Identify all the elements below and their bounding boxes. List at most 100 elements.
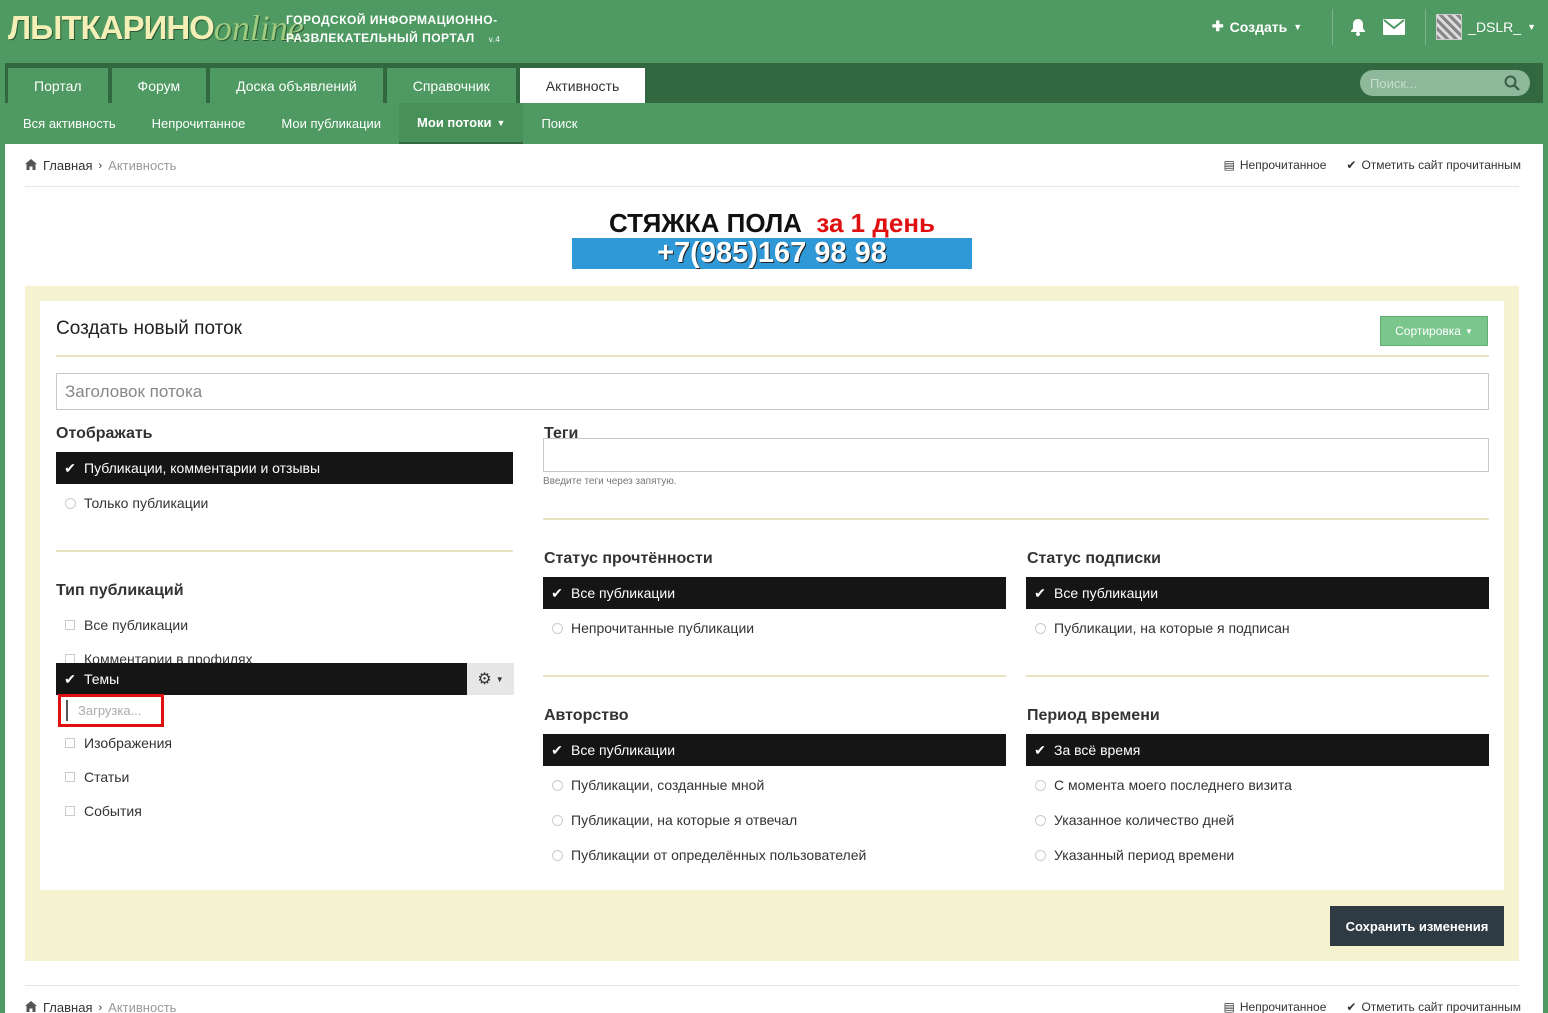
tagline-line1: ГОРОДСКОЙ ИНФОРМАЦИОННО-: [286, 13, 498, 27]
unread-link[interactable]: ▤ Непрочитанное: [1224, 1000, 1327, 1013]
follow-status-heading: Статус подписки: [1027, 550, 1161, 567]
site-tagline: ГОРОДСКОЙ ИНФОРМАЦИОННО- РАЗВЛЕКАТЕЛЬНЫЙ…: [286, 11, 500, 49]
date-range-all[interactable]: ✔ За всё время: [1026, 734, 1489, 766]
plus-icon: ✚: [1211, 18, 1224, 34]
chevron-right-icon: ›: [98, 1001, 103, 1013]
secondary-nav: Вся активность Непрочитанное Мои публика…: [5, 103, 1543, 144]
tab-directory[interactable]: Справочник: [386, 68, 516, 103]
display-option-all[interactable]: ✔ Публикации, комментарии и отзывы: [56, 452, 513, 484]
option-label: Публикации, на которые я подписан: [1054, 620, 1290, 636]
subnav-my-streams[interactable]: Мои потоки ▼: [399, 103, 524, 144]
save-button[interactable]: Сохранить изменения: [1330, 906, 1504, 946]
newspaper-icon: ▤: [1223, 158, 1235, 172]
content-type-images[interactable]: Изображения: [56, 727, 513, 759]
tab-portal[interactable]: Портал: [8, 68, 108, 103]
tab-forum[interactable]: Форум: [111, 68, 207, 103]
option-label: Все публикации: [571, 742, 676, 758]
messages-button[interactable]: [1379, 12, 1409, 42]
home-icon: [25, 1000, 37, 1013]
option-label: Указанный период времени: [1054, 847, 1235, 863]
footer-breadcrumb-actions: ▤ Непрочитанное ✔ Отметить сайт прочитанны…: [1224, 1000, 1521, 1013]
check-icon: ✔: [1034, 584, 1046, 601]
check-icon: ✔: [64, 459, 76, 476]
follow-status-followed[interactable]: Публикации, на которые я подписан: [1026, 612, 1489, 644]
radio-icon: [551, 779, 563, 791]
logo-main-text: ЛЫТКАРИНО: [8, 9, 215, 46]
display-option-items-only[interactable]: Только публикации: [56, 487, 513, 519]
date-range-last-visit[interactable]: С момента моего последнего визита: [1026, 769, 1489, 801]
ownership-started[interactable]: Публикации, созданные мной: [543, 769, 1006, 801]
check-icon: ✔: [64, 670, 76, 687]
date-range-custom[interactable]: Указанный период времени: [1026, 839, 1489, 871]
read-status-heading: Статус прочтённости: [544, 550, 713, 567]
date-range-days[interactable]: Указанное количество дней: [1026, 804, 1489, 836]
read-status-unread[interactable]: Непрочитанные публикации: [543, 612, 1006, 644]
subnav-my-content[interactable]: Мои публикации: [263, 103, 399, 144]
site-logo[interactable]: ЛЫТКАРИНО online: [8, 8, 304, 48]
breadcrumb-home[interactable]: Главная: [43, 158, 92, 173]
version-label: v.4: [488, 35, 501, 44]
radio-icon: [64, 497, 76, 509]
option-label: Только публикации: [84, 495, 209, 511]
notifications-button[interactable]: [1343, 12, 1373, 42]
search-icon[interactable]: [1504, 75, 1520, 91]
option-label: Все публикации: [571, 585, 676, 601]
divider: [1332, 8, 1334, 45]
nav-tabs: Портал Форум Доска объявлений Справочник…: [8, 68, 646, 103]
option-label: Публикации, комментарии и отзывы: [84, 460, 321, 476]
ad-banner[interactable]: СТЯЖКА ПОЛА за 1 день +7(985)167 98 98: [572, 208, 972, 269]
stream-title-input[interactable]: Заголовок потока: [56, 373, 1489, 410]
breadcrumb-current: Активность: [108, 1000, 177, 1013]
divider: [25, 186, 1519, 187]
tab-classifieds[interactable]: Доска объявлений: [210, 68, 383, 103]
divider: [543, 518, 1489, 520]
mark-read-link[interactable]: ✔ Отметить сайт прочитанным: [1346, 158, 1521, 172]
breadcrumb-current: Активность: [108, 158, 177, 173]
content-type-articles[interactable]: Статьи: [56, 761, 513, 793]
divider: [25, 985, 1519, 986]
check-icon: ✔: [1346, 158, 1357, 172]
content-type-topics[interactable]: ✔ Темы: [56, 663, 467, 695]
sort-button[interactable]: Сортировка ▼: [1380, 316, 1488, 346]
checkbox-icon: [65, 620, 75, 630]
unread-link[interactable]: ▤ Непрочитанное: [1224, 158, 1327, 172]
avatar: [1436, 13, 1463, 40]
subnav-unread[interactable]: Непрочитанное: [134, 103, 264, 144]
tab-activity[interactable]: Активность: [519, 68, 646, 103]
ownership-posted[interactable]: Публикации, на которые я отвечал: [543, 804, 1006, 836]
display-heading: Отображать: [56, 425, 153, 442]
read-status-all[interactable]: ✔ Все публикации: [543, 577, 1006, 609]
form-title: Создать новый поток: [56, 318, 242, 339]
subnav-search[interactable]: Поиск: [523, 103, 595, 144]
follow-status-all[interactable]: ✔ Все публикации: [1026, 577, 1489, 609]
site-header: ЛЫТКАРИНО online ГОРОДСКОЙ ИНФОРМАЦИОННО-…: [0, 0, 1548, 63]
breadcrumb-home[interactable]: Главная: [43, 1000, 92, 1013]
caret-down-icon: ▼: [1527, 21, 1536, 32]
option-label: Публикации от определённых пользователей: [571, 847, 867, 863]
option-label: Все публикации: [1054, 585, 1159, 601]
tags-input[interactable]: [543, 438, 1489, 472]
content-type-events[interactable]: События: [56, 795, 513, 827]
ownership-all[interactable]: ✔ Все публикации: [543, 734, 1006, 766]
user-menu[interactable]: _DSLR_ ▼: [1436, 13, 1536, 40]
topics-settings-button[interactable]: ⚙ ▼: [467, 663, 514, 695]
loading-text: Загрузка...: [78, 703, 142, 718]
search-input[interactable]: Поиск...: [1360, 70, 1530, 96]
subnav-my-streams-label: Мои потоки: [417, 115, 492, 130]
ad-line1-red: за 1 день: [816, 208, 936, 238]
ownership-specific-users[interactable]: Публикации от определённых пользователей: [543, 839, 1006, 871]
stream-form: Создать новый поток Сортировка ▼ Заголово…: [40, 301, 1504, 890]
content-type-all[interactable]: Все публикации: [56, 609, 513, 641]
option-label: Изображения: [84, 735, 172, 751]
create-button[interactable]: ✚ Создать ▼: [1212, 18, 1302, 35]
mark-read-link[interactable]: ✔ Отметить сайт прочитанным: [1346, 1000, 1521, 1013]
check-icon: ✔: [1346, 1000, 1357, 1013]
radio-icon: [1034, 849, 1046, 861]
check-icon: ✔: [551, 741, 563, 758]
stream-title-placeholder: Заголовок потока: [65, 381, 203, 401]
ad-phone: +7(985)167 98 98: [572, 238, 972, 269]
subnav-all-activity[interactable]: Вся активность: [5, 103, 134, 144]
check-icon: ✔: [551, 584, 563, 601]
bell-icon: [1351, 18, 1366, 36]
option-label: С момента моего последнего визита: [1054, 777, 1292, 793]
